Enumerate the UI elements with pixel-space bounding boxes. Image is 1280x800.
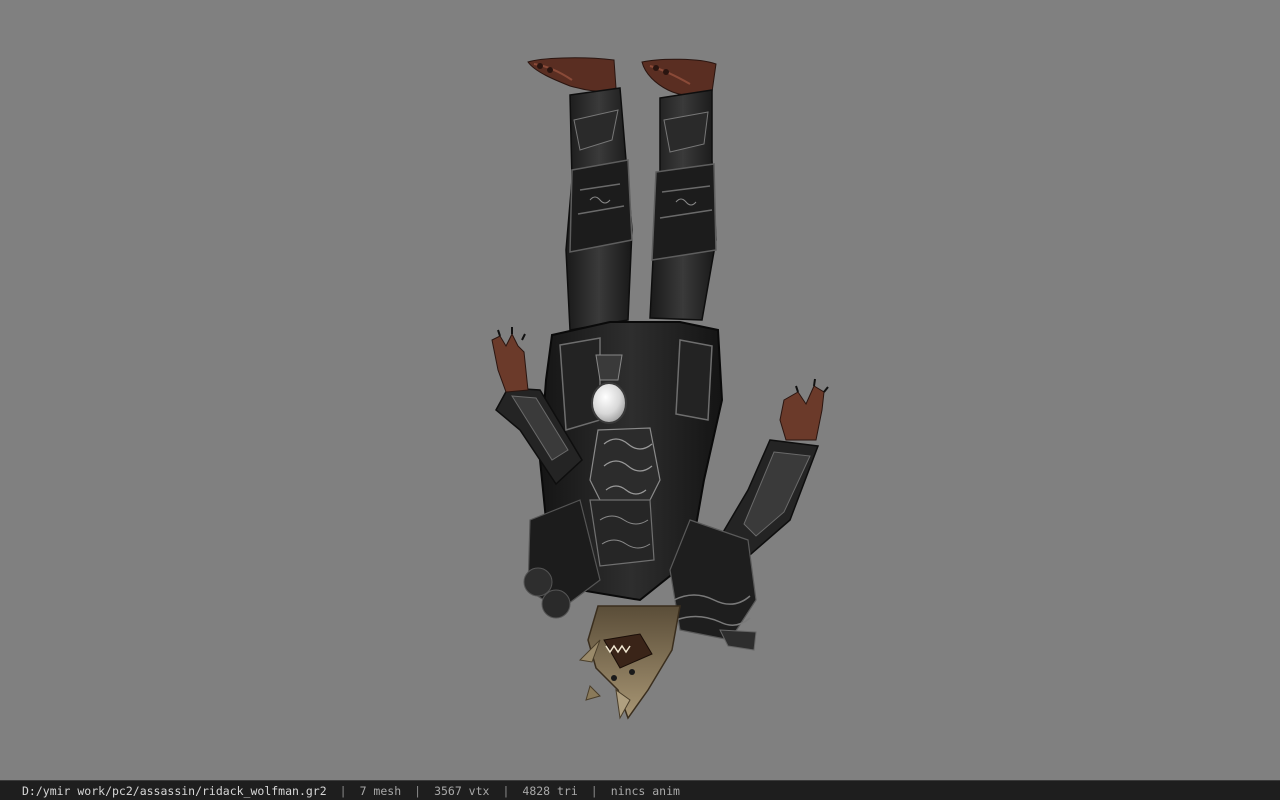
separator: | [590,783,598,798]
right-foot [641,58,717,97]
right-leg [649,89,717,321]
triangle-count: 4828 tri [522,783,578,798]
right-arm [721,378,829,562]
vertex-count: 3567 vtx [434,783,490,798]
status-bar: D:/ymir work/pc2/assassin/ridack_wolfman… [0,780,1280,800]
left-leg [565,87,633,331]
separator: | [339,783,347,798]
right-hand [779,385,825,441]
left-hand [491,332,529,393]
wolfman-model-render[interactable] [0,0,1280,780]
chest-gem [591,382,627,424]
file-path: D:/ymir work/pc2/assassin/ridack_wolfman… [22,783,327,798]
mesh-count: 7 mesh [359,783,402,798]
3d-viewport[interactable] [0,0,1280,780]
wolf-head [578,605,681,720]
separator: | [502,783,510,798]
left-foot [527,57,617,92]
animation-status: nincs anim [610,783,680,798]
separator: | [414,783,422,798]
